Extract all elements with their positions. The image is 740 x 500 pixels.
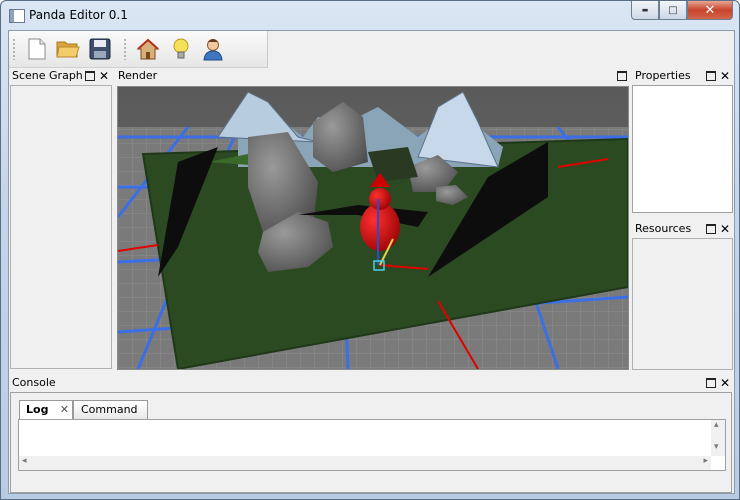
float-icon[interactable] (84, 71, 95, 81)
user-icon (203, 39, 223, 61)
scroll-right-icon[interactable]: ▸ (703, 456, 708, 466)
toolbar-grip[interactable] (13, 38, 15, 60)
properties-body[interactable] (632, 85, 733, 213)
render-viewport[interactable] (117, 86, 629, 370)
minimize-icon: ▬ (641, 6, 649, 14)
maximize-icon: □ (668, 4, 678, 16)
window-title: Panda Editor 0.1 (29, 8, 128, 22)
resources-dock: Resources ✕ (632, 221, 734, 370)
console-dock: Console ✕ Log ✕ Command ▴ ▾ ◂ ▸ (9, 375, 734, 493)
console-output[interactable]: ▴ ▾ ◂ ▸ (18, 419, 726, 471)
app-icon (9, 9, 25, 23)
open-button[interactable] (55, 36, 81, 62)
render-title: Render (118, 69, 158, 82)
new-file-icon (28, 38, 46, 60)
properties-dock: Properties ✕ (632, 68, 734, 214)
scene-graph-tree[interactable] (10, 85, 112, 369)
open-folder-icon (56, 41, 80, 58)
tab-log[interactable]: Log ✕ (19, 400, 73, 420)
float-icon[interactable] (705, 224, 716, 234)
resources-body[interactable] (632, 238, 733, 370)
minimize-button[interactable]: ▬ (631, 1, 659, 20)
close-icon[interactable]: ✕ (720, 70, 730, 82)
title-bar[interactable]: Panda Editor 0.1 ▬ □ ✕ (1, 1, 739, 30)
actor-button[interactable] (200, 36, 226, 62)
scroll-left-icon[interactable]: ◂ (22, 456, 27, 466)
main-window: Panda Editor 0.1 ▬ □ ✕ Scene Graph ✕ Ren… (0, 0, 740, 500)
home-icon (136, 38, 160, 60)
tab-command[interactable]: Command (73, 400, 148, 419)
new-file-button[interactable] (24, 36, 50, 62)
render-dock: Render (115, 68, 631, 370)
float-icon[interactable] (705, 71, 716, 81)
tab-command-label: Command (81, 403, 138, 416)
scene-graph-dock: Scene Graph ✕ (9, 68, 113, 370)
save-button[interactable] (87, 36, 113, 62)
horizontal-scrollbar[interactable]: ◂ ▸ (19, 456, 711, 470)
close-icon[interactable]: ✕ (720, 223, 730, 235)
close-icon[interactable]: ✕ (60, 401, 69, 419)
console-title: Console (12, 376, 56, 389)
lightbulb-icon (173, 38, 189, 59)
close-icon[interactable]: ✕ (99, 70, 109, 82)
toolbar (9, 31, 268, 68)
close-icon: ✕ (704, 2, 716, 18)
save-icon (89, 38, 111, 60)
tab-log-label: Log (26, 403, 49, 416)
close-icon[interactable]: ✕ (720, 377, 730, 389)
float-icon[interactable] (617, 71, 627, 81)
home-button[interactable] (135, 36, 161, 62)
toolbar-grip-2[interactable] (124, 38, 126, 60)
float-icon[interactable] (705, 378, 716, 388)
scroll-down-icon[interactable]: ▾ (714, 442, 719, 452)
close-button[interactable]: ✕ (687, 1, 733, 20)
maximize-button[interactable]: □ (659, 1, 687, 20)
light-button[interactable] (168, 36, 194, 62)
scroll-up-icon[interactable]: ▴ (714, 420, 719, 430)
vertical-scrollbar[interactable]: ▴ ▾ (711, 420, 725, 456)
client-area: Scene Graph ✕ Render Properties ✕ Resour… (8, 30, 735, 494)
